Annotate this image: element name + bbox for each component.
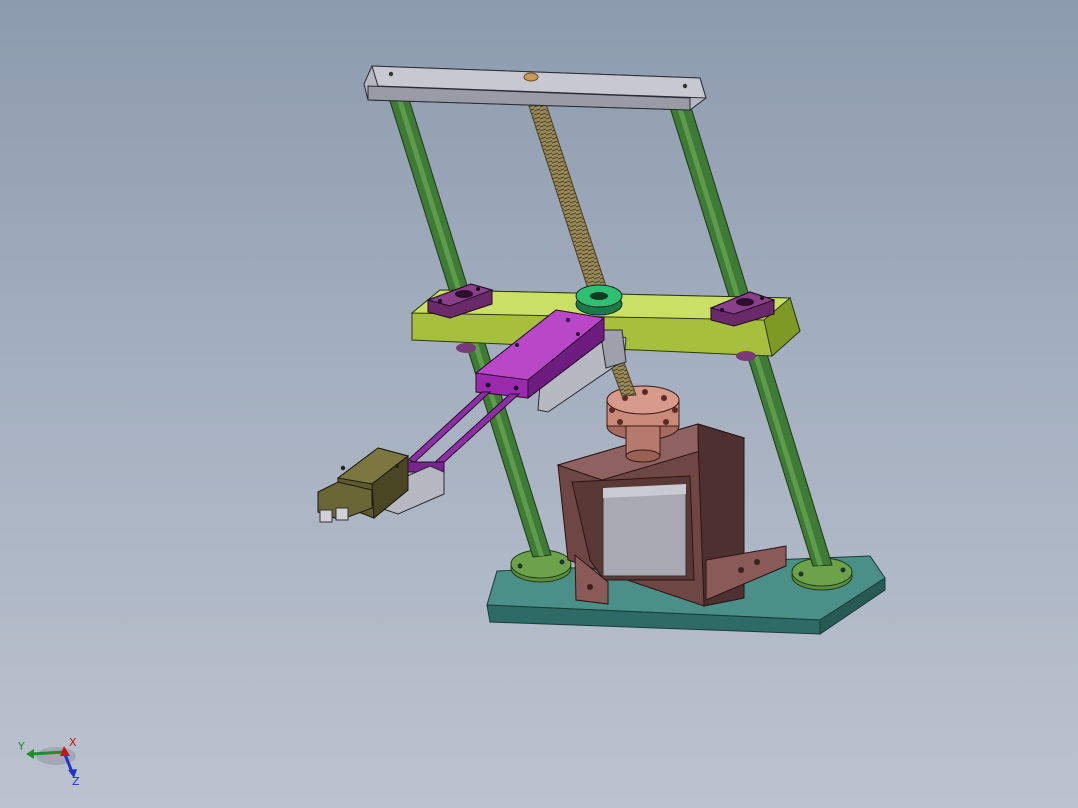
- top-plate[interactable]: [363, 65, 707, 111]
- cad-model-view[interactable]: [0, 0, 1078, 808]
- rod-collar-right: [736, 351, 756, 361]
- triad-z-label: Z: [72, 775, 80, 786]
- rod-collar-left: [456, 343, 476, 353]
- triad-x-label: X: [69, 736, 77, 749]
- triad-y-axis: [31, 750, 65, 756]
- lead-nut[interactable]: [575, 284, 623, 316]
- triad-y-arrow-icon: [26, 749, 34, 759]
- coordinate-triad[interactable]: Y X Z: [14, 736, 86, 786]
- motor-housing[interactable]: [556, 423, 787, 607]
- graphics-viewport[interactable]: Y X Z: [0, 0, 1078, 808]
- triad-y-label: Y: [17, 740, 25, 753]
